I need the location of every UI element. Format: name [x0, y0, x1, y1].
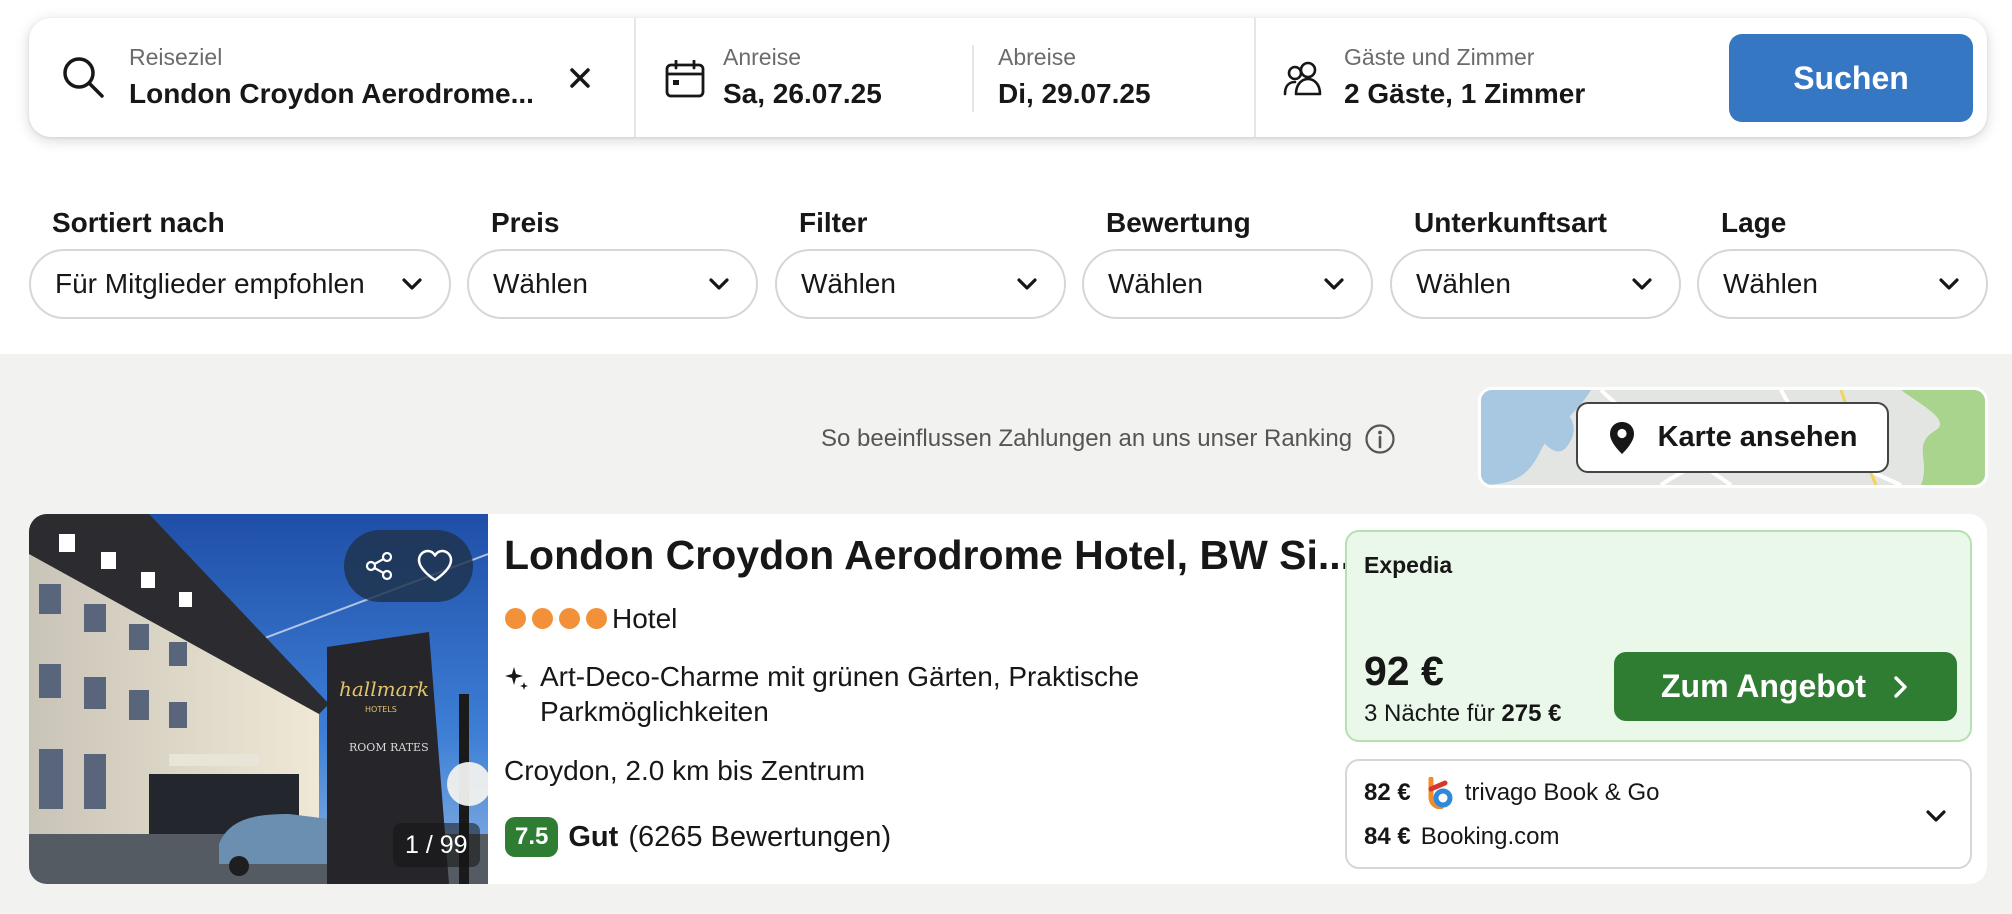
hotel-type: Hotel [612, 603, 678, 634]
alternative-offers[interactable]: 82 € trivago Book & Go 84 € Booking.com [1345, 759, 1972, 869]
checkout-value: Di, 29.07.25 [998, 78, 1151, 109]
guests-field[interactable]: Gäste und Zimmer 2 Gäste, 1 Zimmer [1344, 30, 1704, 126]
rating-dropdown[interactable]: Wählen [1082, 249, 1373, 319]
destination-value: London Croydon Aerodrome... [129, 78, 534, 109]
checkin-label: Anreise [723, 44, 801, 70]
star-rating [505, 608, 607, 629]
alt-offer-row[interactable]: 84 € Booking.com [1364, 823, 1559, 851]
chevron-down-icon[interactable] [1924, 804, 1948, 828]
rating-text: Gut [568, 820, 619, 853]
alt-offer-price: 82 € [1364, 779, 1411, 806]
sort-dropdown[interactable]: Für Mitglieder empfohlen [29, 249, 451, 319]
photo-sign-rates: ROOM RATES [349, 741, 429, 754]
filter-label-location: Lage [1721, 207, 1787, 238]
checkin-value: Sa, 26.07.25 [723, 78, 882, 109]
location-dropdown-value: Wählen [1723, 268, 1818, 299]
price-dropdown[interactable]: Wählen [467, 249, 758, 319]
property-type-dropdown-value: Wählen [1416, 268, 1511, 299]
clear-icon[interactable] [569, 67, 591, 89]
chevron-down-icon [1017, 278, 1037, 290]
chevron-down-icon [709, 278, 729, 290]
guests-value: 2 Gäste, 1 Zimmer [1344, 78, 1586, 109]
rating-count: (6265 Bewertungen) [628, 820, 892, 853]
chevron-down-icon [402, 278, 422, 290]
map-button[interactable]: Karte ansehen [1576, 402, 1889, 473]
photo-sign-text: hallmark [339, 677, 429, 701]
price-dropdown-value: Wählen [493, 268, 588, 299]
ranking-note[interactable]: So beeinflussen Zahlungen an uns unser R… [821, 423, 1396, 455]
star-icon [505, 608, 526, 629]
search-button[interactable]: Suchen [1729, 34, 1973, 122]
filter-dropdown-value: Wählen [801, 268, 896, 299]
star-icon [586, 608, 607, 629]
ranking-note-text: So beeinflussen Zahlungen an uns unser R… [821, 425, 1353, 452]
checkout-field[interactable]: Abreise Di, 29.07.25 [998, 30, 1258, 126]
trivago-logo-icon [1428, 777, 1453, 809]
destination-label: Reiseziel [129, 44, 223, 70]
chevron-down-icon [1324, 278, 1344, 290]
info-icon[interactable] [1364, 423, 1396, 455]
sort-dropdown-value: Für Mitglieder empfohlen [55, 268, 365, 299]
divider [634, 18, 636, 137]
star-icon [532, 608, 553, 629]
checkin-field[interactable]: Anreise Sa, 26.07.25 [723, 30, 983, 126]
filter-dropdown[interactable]: Wählen [775, 249, 1066, 319]
destination-field[interactable]: Reiseziel London Croydon Aerodrome... [129, 30, 579, 126]
heart-icon[interactable] [416, 549, 454, 583]
offer-nights-text: 3 Nächte für [1364, 700, 1495, 727]
star-icon [559, 608, 580, 629]
share-icon[interactable] [363, 550, 395, 582]
photo-actions [344, 530, 473, 602]
deal-button-label: Zum Angebot [1661, 668, 1866, 704]
filter-label-sort: Sortiert nach [52, 207, 225, 238]
guests-label: Gäste und Zimmer [1344, 44, 1535, 70]
hotel-card[interactable]: hallmark HOTELS ROOM RATES 1 / 99 London… [29, 514, 1987, 884]
calendar-icon [665, 60, 705, 98]
property-type-dropdown[interactable]: Wählen [1390, 249, 1681, 319]
deal-button[interactable]: Zum Angebot [1614, 652, 1957, 721]
alt-offer-provider: Booking.com [1420, 823, 1560, 850]
hotel-highlight: Art-Deco-Charme mit grünen Gärten, Prakt… [540, 661, 1140, 727]
featured-offer[interactable]: Expedia 92 € 3 Nächte für 275 € Zum Ange… [1345, 530, 1972, 742]
hotel-photo[interactable]: hallmark HOTELS ROOM RATES 1 / 99 [29, 514, 488, 884]
alt-offer-provider: trivago Book & Go [1464, 779, 1660, 806]
chevron-down-icon [1939, 278, 1959, 290]
search-icon [63, 57, 104, 98]
review-summary[interactable]: 7.5 Gut (6265 Bewertungen) [505, 817, 891, 857]
photo-sign-sub: HOTELS [365, 705, 397, 714]
filter-label-rating: Bewertung [1106, 207, 1251, 238]
rating-dropdown-value: Wählen [1108, 268, 1203, 299]
photo-counter: 1 / 99 [393, 823, 480, 867]
alt-offer-row[interactable]: 82 € trivago Book & Go [1364, 777, 1659, 809]
hotel-location: Croydon, 2.0 km bis Zentrum [504, 755, 866, 786]
filter-label-filter: Filter [799, 207, 868, 238]
filter-label-price: Preis [491, 207, 560, 238]
offer-provider: Expedia [1364, 552, 1453, 578]
search-bar: Reiseziel London Croydon Aerodrome... An… [29, 18, 1987, 137]
chevron-right-icon [1894, 675, 1907, 698]
offer-price: 92 € [1364, 648, 1444, 694]
alt-offer-price: 84 € [1364, 823, 1411, 850]
guests-icon [1283, 61, 1322, 96]
hotel-name[interactable]: London Croydon Aerodrome Hotel, BW Si... [504, 532, 1352, 579]
offer-total: 275 € [1501, 700, 1562, 727]
offer-nights-summary: 3 Nächte für 275 € [1364, 700, 1561, 728]
filter-label-property-type: Unterkunftsart [1414, 207, 1607, 238]
divider [1254, 18, 1256, 137]
sparkle-icon [505, 667, 528, 690]
chevron-down-icon [1632, 278, 1652, 290]
checkout-label: Abreise [998, 44, 1076, 70]
map-pin-icon [1609, 421, 1634, 454]
divider [972, 45, 974, 112]
rating-badge: 7.5 [505, 817, 559, 857]
location-dropdown[interactable]: Wählen [1697, 249, 1988, 319]
map-button-label: Karte ansehen [1657, 421, 1858, 453]
